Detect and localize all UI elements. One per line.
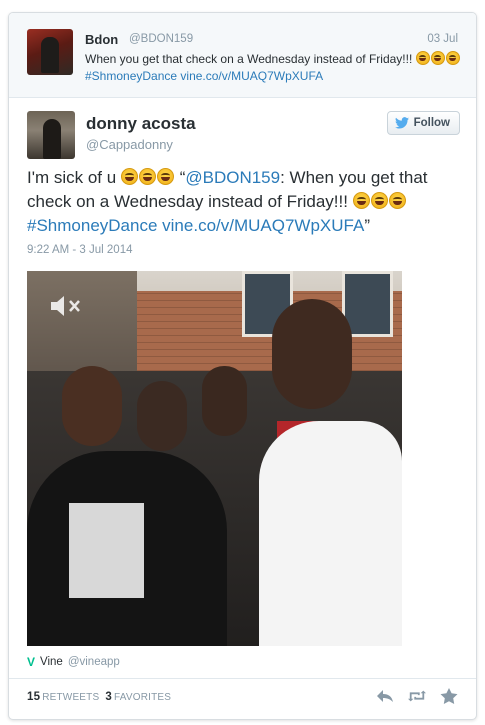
loudly-crying-emoji-icon xyxy=(138,168,156,185)
media-source[interactable]: V Vine @vineapp xyxy=(27,655,120,669)
favorites-stat[interactable]: 3 FAVORITES xyxy=(105,691,171,703)
media-source-name[interactable]: Vine xyxy=(40,656,63,668)
follow-label: Follow xyxy=(413,117,450,129)
reply-date[interactable]: 03 Jul xyxy=(427,33,458,45)
author-name[interactable]: donny acosta xyxy=(86,114,196,134)
loudly-crying-emoji-icon xyxy=(120,168,138,185)
mention-link[interactable]: @BDON159 xyxy=(185,168,280,187)
in-reply-to-tweet[interactable]: Bdon @BDON159 03 Jul When you get that c… xyxy=(9,13,476,98)
reply-author-handle[interactable]: @BDON159 xyxy=(129,33,193,45)
author-handle[interactable]: @Cappadonny xyxy=(86,137,173,152)
tears-of-joy-emoji-icon xyxy=(370,192,388,209)
tweet-text: I'm sick of u “@BDON159: When you get th… xyxy=(27,166,467,238)
tears-of-joy-emoji-icon xyxy=(352,192,370,209)
retweets-label: RETWEETS xyxy=(42,692,100,703)
tears-of-joy-emoji-icon xyxy=(415,51,430,65)
tweet-actions xyxy=(376,688,458,704)
vine-video-player[interactable] xyxy=(27,271,402,646)
vine-link[interactable]: vine.co/v/MUAQ7WpXUFA xyxy=(162,216,364,235)
media-source-handle[interactable]: @vineapp xyxy=(68,656,120,668)
reply-tweet-text: When you get that check on a Wednesday i… xyxy=(85,51,465,85)
reply-text-body: When you get that check on a Wednesday i… xyxy=(85,52,413,66)
retweet-icon[interactable] xyxy=(408,688,426,704)
tears-of-joy-emoji-icon xyxy=(445,51,460,65)
tears-of-joy-emoji-icon xyxy=(388,192,406,209)
author-avatar[interactable] xyxy=(27,111,75,159)
loudly-crying-emoji-icon xyxy=(156,168,174,185)
reply-hashtag-link[interactable]: #ShmoneyDance xyxy=(85,69,177,83)
retweets-count: 15 xyxy=(27,691,41,703)
favorites-label: FAVORITES xyxy=(113,692,172,703)
reply-icon[interactable] xyxy=(376,688,394,704)
follow-button[interactable]: Follow xyxy=(386,111,460,135)
quote-close: ” xyxy=(364,216,370,235)
reply-author-name[interactable]: Bdon xyxy=(85,32,118,47)
embedded-tweet-card: Bdon @BDON159 03 Jul When you get that c… xyxy=(8,12,477,720)
vine-logo-icon: V xyxy=(27,655,36,669)
twitter-bird-icon xyxy=(394,117,409,129)
tweet-timestamp[interactable]: 9:22 AM - 3 Jul 2014 xyxy=(27,244,132,256)
hashtag-link[interactable]: #ShmoneyDance xyxy=(27,216,157,235)
favorite-star-icon[interactable] xyxy=(440,688,458,704)
tweet-text-prefix: I'm sick of u xyxy=(27,168,117,187)
reply-author-avatar[interactable] xyxy=(27,29,73,75)
favorites-count: 3 xyxy=(105,691,112,703)
reply-vine-link[interactable]: vine.co/v/MUAQ7WpXUFA xyxy=(180,69,323,83)
retweets-stat[interactable]: 15 RETWEETS xyxy=(27,691,99,703)
tweet-stats: 15 RETWEETS 3 FAVORITES xyxy=(27,691,171,703)
divider xyxy=(9,678,476,679)
speaker-muted-icon[interactable] xyxy=(49,293,83,319)
tears-of-joy-emoji-icon xyxy=(430,51,445,65)
